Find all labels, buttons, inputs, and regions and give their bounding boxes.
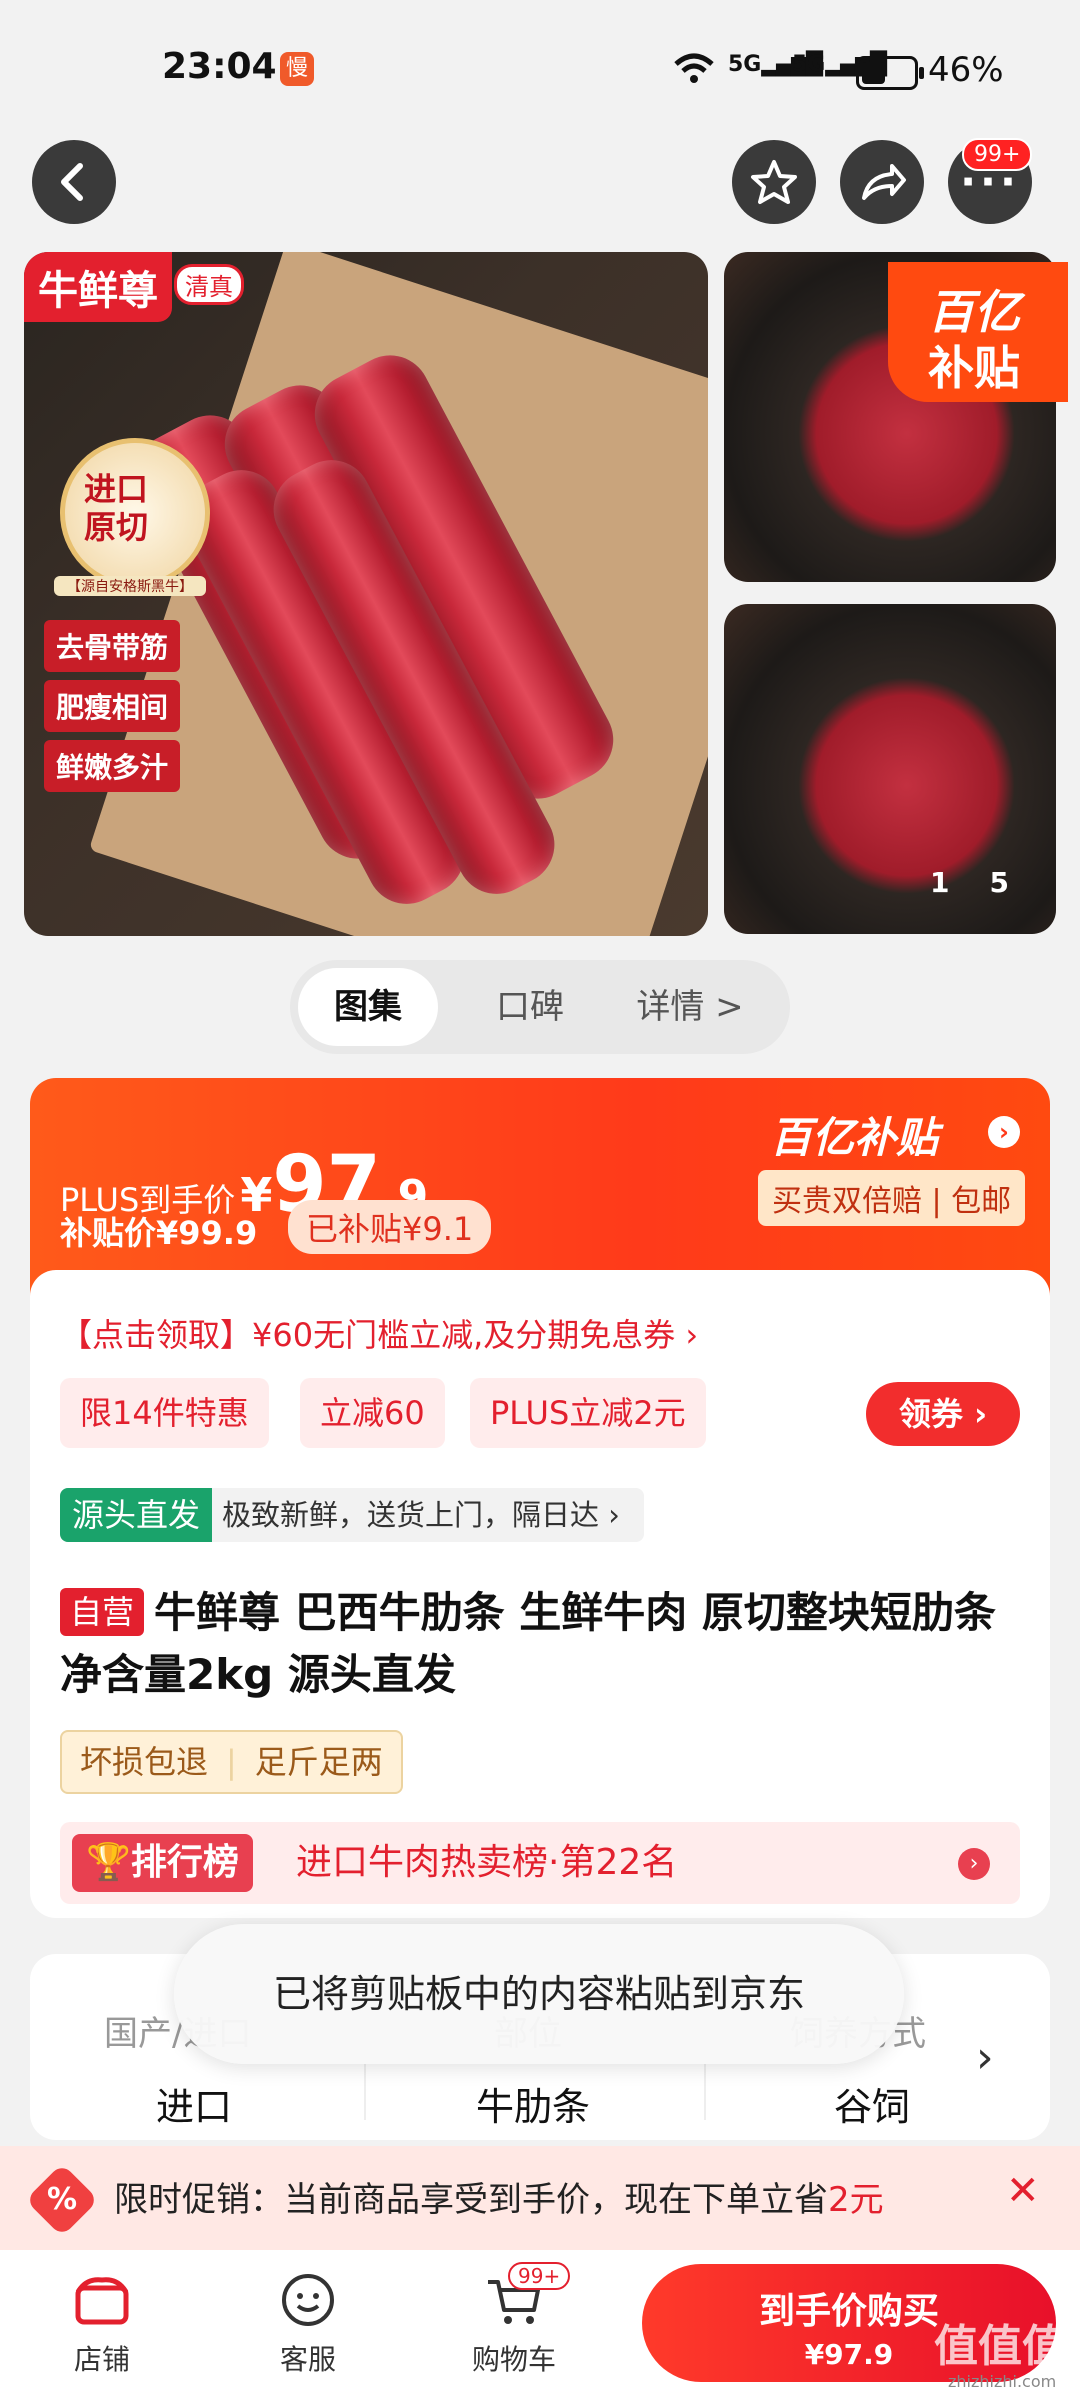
watermark-url: zhizhizhi.com [948,2372,1057,2391]
cart-badge: 99+ [508,2262,571,2290]
chevron-right-icon: › [958,1848,990,1880]
tab-reviews[interactable]: 口碑 [470,960,590,1054]
main-product-image[interactable]: 牛鲜尊 清真 进口 原切 【源自安格斯黑牛】 去骨带筋 肥瘦相间 鲜嫩多汁 [24,252,708,936]
coupon-claim-link[interactable]: 【点击领取】¥60无门槛立减,及分期免息券 › [60,1310,698,1356]
spec-value-origin: 进口 [156,2085,233,2129]
subsidized-amount: 已补贴¥9.1 [288,1200,492,1254]
ranking-text: 进口牛肉热卖榜·第22名 [296,1842,678,1883]
source-direct-text: 极致新鲜，送货上门，隔日达 › [222,1498,620,1532]
share-icon [862,164,906,200]
brand-logo: 牛鲜尊 [24,252,172,322]
watermark-logo: 值值值 [934,2321,1066,2372]
feature-tag: 肥瘦相间 [44,680,181,732]
clipboard-toast: 已将剪贴板中的内容粘贴到京东 [174,1924,904,2064]
close-icon[interactable]: ✕ [1006,2168,1040,2214]
spec-value-part: 牛肋条 [476,2085,591,2129]
battery-icon [856,56,924,90]
promo-text: 限时促销：当前商品享受到手价，现在下单立省2元 [114,2180,884,2220]
spec-value-feeding: 谷饲 [834,2085,911,2129]
chevron-right-icon: › [988,1116,1020,1148]
battery-percent: 46% [928,50,1004,90]
chevron-left-icon [61,163,83,201]
customer-service-button[interactable]: 客服 [258,2270,358,2378]
more-badge: 99+ [962,138,1033,171]
status-time: 23:04 [162,46,277,87]
chevron-right-icon[interactable]: › [976,2032,994,2083]
star-icon [751,160,797,204]
subsidy-corner-badge: 百亿 补贴 [888,262,1068,402]
yibutie-link[interactable]: 百亿补贴 [770,1104,938,1165]
feature-tag: 鲜嫩多汁 [44,740,181,792]
share-button[interactable] [840,140,924,224]
battery-level [862,62,885,84]
gallery-pager: 15 [930,866,1009,899]
store-button[interactable]: 店铺 [52,2270,152,2378]
gallery-tab-bar: 图集 口碑 详情 > [290,960,790,1054]
feature-tag: 去骨带筋 [44,620,181,672]
promo-chip: 限14件特惠 [60,1378,269,1448]
favorite-button[interactable] [732,140,816,224]
chat-icon [258,2270,358,2330]
get-coupon-button[interactable]: 领券 › [866,1382,1020,1446]
self-operated-badge: 自营 [60,1588,145,1636]
store-icon [52,2270,152,2330]
tab-gallery[interactable]: 图集 [298,968,438,1046]
wifi-icon [674,53,714,83]
chevron-right-icon: › [973,1395,988,1433]
subsidy-price: 补贴价¥99.9 [60,1214,258,1252]
ranking-tag: 🏆排行榜 [72,1834,253,1892]
back-button[interactable] [32,140,116,224]
source-direct-row[interactable]: 源头直发 极致新鲜，送货上门，隔日达 › [60,1488,644,1542]
import-seal-text: 进口 原切 [84,470,149,546]
halal-badge: 清真 [174,264,244,305]
import-seal-sub: 【源自安格斯黑牛】 [54,576,206,596]
service-tags: 坏损包退 | 足斤足两 [60,1730,403,1794]
ranking-bar[interactable]: 🏆排行榜 进口牛肉热卖榜·第22名 › [60,1822,1020,1904]
source-direct-tag: 源头直发 [60,1488,213,1542]
promo-chip: PLUS立减2元 [470,1378,706,1448]
product-title: 自营 牛鲜尊 巴西牛肋条 生鲜牛肉 原切整块短肋条 净含量2kg 源头直发 [60,1588,996,1699]
guarantee-badge: 买贵双倍赔 | 包邮 [758,1170,1026,1226]
trophy-icon: 🏆 [86,1842,131,1883]
promo-chip: 立减60 [300,1378,445,1448]
tab-details[interactable]: 详情 > [620,960,760,1054]
app-notification-icon: 慢 [280,52,314,86]
